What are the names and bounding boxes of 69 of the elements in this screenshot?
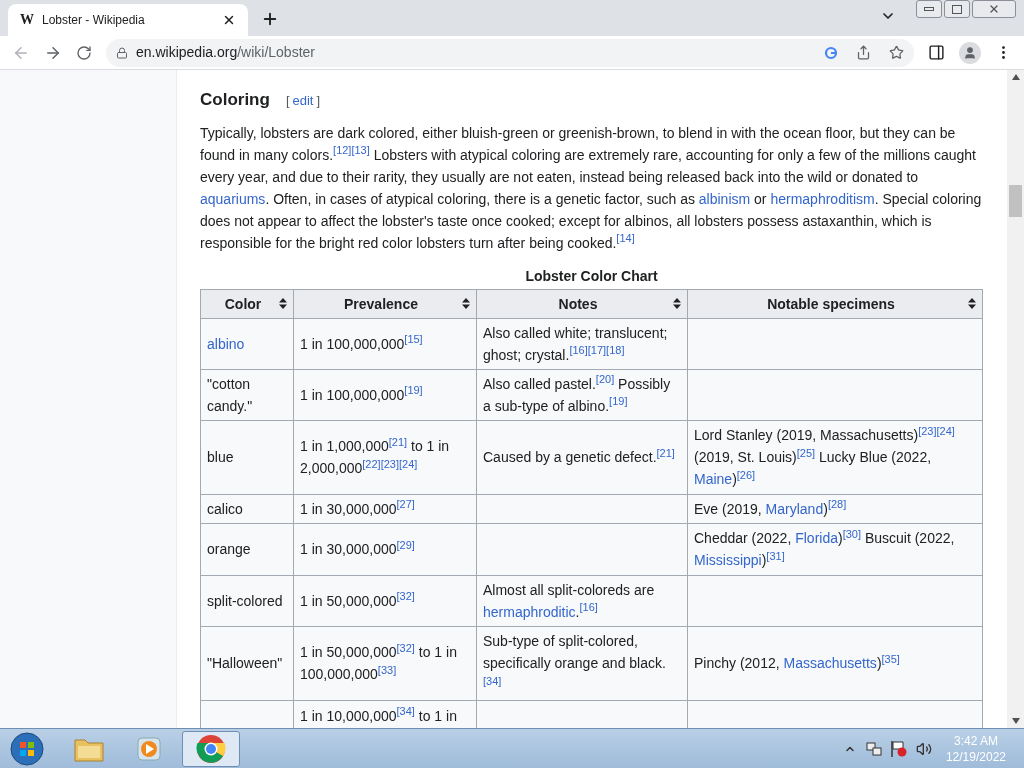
link[interactable]: albinism <box>698 190 751 207</box>
section-heading: Coloring <box>200 89 270 111</box>
lock-icon <box>116 46 128 59</box>
side-panel-icon[interactable] <box>928 44 945 61</box>
browser-tab[interactable]: W Lobster - Wikipedia <box>8 4 248 36</box>
sort-icon[interactable] <box>279 298 287 309</box>
cell-text: Also called pastel.$^{[20]}$ Possibly a sub-type of albino.$^{[19]}$ <box>483 375 671 414</box>
cell-text: 1 in 30,000,000$^{[29]}$ <box>300 541 415 557</box>
cell-text: Almost all split-coloreds are hermaphroditic.$^{[16]}$ <box>483 581 655 620</box>
cell-text: Pinchy (2012, Massachusetts)$^{[35]}$ <box>694 655 900 671</box>
star-icon[interactable] <box>889 45 904 60</box>
wikipedia-logo-icon: W <box>20 13 34 27</box>
link[interactable]: Maryland <box>765 500 824 517</box>
share-icon[interactable] <box>856 45 871 60</box>
taskbar-button[interactable] <box>182 730 240 767</box>
cell-text: Caused by a genetic defect.$^{[21]}$ <box>483 449 675 465</box>
address-bar[interactable]: en.wikipedia.org/wiki/Lobster <box>106 38 914 67</box>
sort-icon[interactable] <box>968 298 976 309</box>
link[interactable]: albino <box>207 335 245 352</box>
column-header[interactable]: Notes <box>476 289 688 318</box>
tab-title: Lobster - Wikipedia <box>42 12 146 29</box>
link[interactable]: hermaphroditism <box>770 190 875 207</box>
table-caption: Lobster Color Chart <box>524 266 659 286</box>
reload-icon[interactable] <box>76 44 92 61</box>
sort-icon[interactable] <box>462 298 470 309</box>
cell-text: blue <box>207 449 234 465</box>
scroll-down-icon[interactable] <box>1011 718 1020 724</box>
column-header[interactable]: Color <box>200 289 294 318</box>
minimize-button[interactable] <box>916 0 942 18</box>
cell-text: orange <box>207 541 251 557</box>
cell-text: "cotton candy." <box>207 375 253 414</box>
scrollbar-thumb[interactable] <box>1009 185 1022 217</box>
new-tab-icon[interactable] <box>261 10 279 28</box>
cell-text: 1 in 50,000,000$^{[32]}$ to 1 in 100,000,000$^{[33]}$ <box>300 644 457 682</box>
link[interactable]: Mississippi <box>694 552 762 568</box>
cell-text: 1 in 10,000,000$^{[34]}$ to 1 in <box>300 707 457 724</box>
start-button[interactable] <box>10 731 44 766</box>
paragraph: Typically, lobsters are dark colored, either bluish-green or greenish-brown, to blend in with the ocean floor, but they can be found in many colors.$^{[12]}$$^{[13]}$ Lobsters with atypical coloring are extremely rare, accounting for only a few of the millions caught every year, and due to their rarity, they usually are not eaten, instead being released back into the wild or donated to aquariums. Often, in cases of atypical coloring, there is a genetic factor, such as albinism or hermaphroditism. Special coloring does not appear to affect the lobster's taste once cooked; except for albinos, all lobsters possess astaxanthin, which is responsible for the bright red color lobsters turn after being cooked.$^{[14]}$ <box>200 124 982 251</box>
network-icon[interactable] <box>865 740 882 757</box>
profile-avatar[interactable] <box>959 41 981 64</box>
google-icon[interactable] <box>824 45 838 60</box>
cell-text: Eve (2019, Maryland)$^{[28]}$ <box>694 500 847 517</box>
link[interactable]: hermaphroditic <box>483 603 576 620</box>
cell-text: 1 in 50,000,000$^{[32]}$ <box>300 592 415 609</box>
cell-text: 1 in 30,000,000$^{[27]}$ <box>300 500 415 517</box>
close-button[interactable] <box>972 0 1016 18</box>
link[interactable]: Maine <box>694 471 733 487</box>
restore-button[interactable] <box>944 0 970 18</box>
flag-icon[interactable] <box>889 739 908 758</box>
sort-icon[interactable] <box>673 298 681 309</box>
chrome-icon <box>196 733 226 764</box>
cell-text: 1 in 100,000,000$^{[15]}$ <box>300 335 423 352</box>
cell-text: calico <box>207 500 243 517</box>
close-icon <box>988 3 1000 15</box>
column-header[interactable]: Prevalence <box>293 289 477 318</box>
close-icon[interactable] <box>222 13 236 27</box>
scrollbar[interactable] <box>1007 70 1024 728</box>
cell-text: 1 in 100,000,000$^{[19]}$ <box>300 386 423 403</box>
cell-text: split-colored <box>207 592 283 609</box>
column-header[interactable]: Notable specimens <box>687 289 983 318</box>
link[interactable]: Florida <box>795 530 838 546</box>
link[interactable]: Massachusetts <box>783 655 877 671</box>
cell-text: "Halloween" <box>207 655 283 671</box>
speaker-icon[interactable] <box>915 740 932 757</box>
cell-text: Cheddar (2022, Florida)$^{[30]}$ Buscuit (2022, Mississippi)$^{[31]}$ <box>694 530 955 568</box>
scroll-up-icon[interactable] <box>1011 74 1020 80</box>
edit-brackets: [ edit ] <box>285 92 321 110</box>
url-text: en.wikipedia.org/wiki/Lobster <box>136 43 315 62</box>
edit-link[interactable]: edit <box>289 93 317 108</box>
